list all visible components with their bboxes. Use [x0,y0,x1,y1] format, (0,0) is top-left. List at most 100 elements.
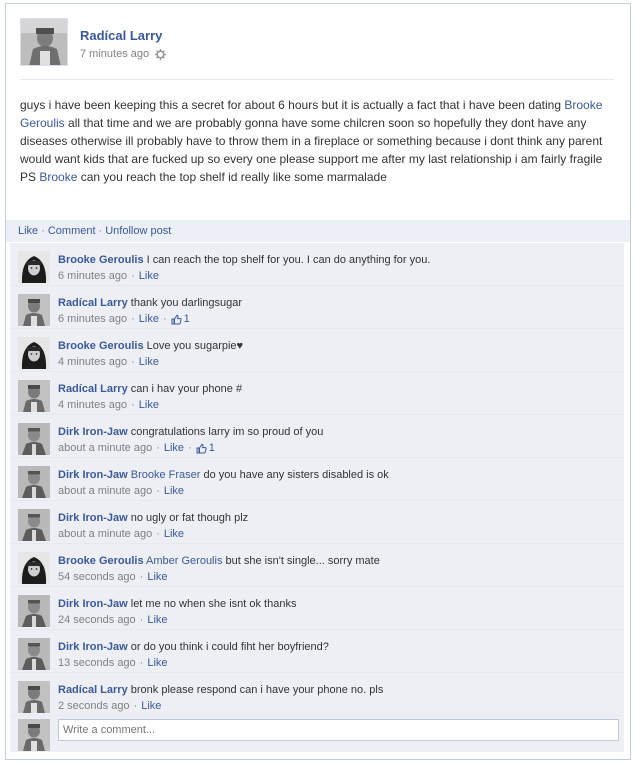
comment-item: Dirk Iron-Jaw no ugly or fat though plz a… [10,501,624,544]
author-avatar[interactable] [20,18,68,66]
comment-meta: 6 minutes ago · Like [58,270,159,282]
commenter-avatar[interactable] [18,552,50,584]
commenter-name[interactable]: Brooke Geroulis [58,340,144,352]
comment-like-link[interactable]: Like [141,700,161,712]
comment-content: Radícal Larry bronk please respond can i… [58,684,383,696]
separator-dot: · [188,442,192,454]
comment-timestamp[interactable]: about a minute ago [58,485,152,497]
comment-timestamp[interactable]: 13 seconds ago [58,657,136,669]
separator-dot: · [41,225,45,237]
post-actions-bar: Like · Comment · Unfollow post [6,220,630,242]
comment-meta: 54 seconds ago · Like [58,571,168,583]
commenter-name[interactable]: Dirk Iron-Jaw [58,469,128,481]
commenter-name[interactable]: Dirk Iron-Jaw [58,512,128,524]
commenter-avatar[interactable] [18,466,50,498]
comment-item: Brooke Geroulis Amber Geroulis but she i… [10,544,624,587]
comment-like-link[interactable]: Like [147,614,167,626]
comment-item: Dirk Iron-Jaw or do you think i could fi… [10,630,624,673]
comment-meta: about a minute ago · Like [58,485,184,497]
commenter-name[interactable]: Radícal Larry [58,684,128,696]
post-timestamp[interactable]: 7 minutes ago [80,48,149,60]
comment-like-link[interactable]: Like [164,442,184,454]
separator-dot: · [162,313,167,325]
comment-timestamp[interactable]: 4 minutes ago [58,356,127,368]
comment-like-link[interactable]: Like [164,485,184,497]
comment-text: can i hav your phone # [130,383,243,395]
comment-text: I can reach the top shelf for you. I can… [146,254,431,266]
commenter-name[interactable]: Dirk Iron-Jaw [58,598,128,610]
mention-link[interactable]: Brooke [39,170,77,184]
thumbs-up-icon[interactable] [196,443,207,454]
comment-content: Dirk Iron-Jaw no ugly or fat though plz [58,512,248,524]
comment-content: Brooke Geroulis Love you sugarpie♥ [58,340,243,352]
commenter-name[interactable]: Radícal Larry [58,383,128,395]
commenter-avatar[interactable] [18,681,50,713]
comment-timestamp[interactable]: about a minute ago [58,528,152,540]
comment-like-link[interactable]: Like [164,528,184,540]
comment-timestamp[interactable]: 6 minutes ago [58,270,127,282]
comment-like-link[interactable]: Like [147,657,167,669]
commenter-name[interactable]: Dirk Iron-Jaw [58,426,128,438]
privacy-gear-icon[interactable] [155,48,167,60]
comment-text: but she isn't single... sorry mate [225,555,380,567]
commenter-avatar[interactable] [18,638,50,670]
separator-dot: · [139,614,144,626]
separator-dot: · [131,356,135,368]
comment-content: Radícal Larry thank you darlingsugar [58,297,242,309]
comment-mention-link[interactable]: Amber Geroulis [146,555,222,567]
commenter-avatar[interactable] [18,294,50,326]
separator-dot: · [131,399,135,411]
separator-dot: · [131,313,135,325]
comment-item: Brooke Geroulis I can reach the top shel… [10,243,624,286]
comment-content: Dirk Iron-Jaw Brooke Fraser do you have … [58,469,389,481]
comment-text: Love you sugarpie♥ [146,340,244,352]
comment-item: Radícal Larry bronk please respond can i… [10,673,624,716]
comment-timestamp[interactable]: 6 minutes ago [58,313,127,325]
commenter-avatar[interactable] [18,509,50,541]
comment-like-link[interactable]: Like [139,356,159,368]
comment-meta: 2 seconds ago · Like [58,700,161,712]
comment-mention-link[interactable]: Brooke Fraser [131,469,201,481]
write-comment-input[interactable]: Write a comment... [58,719,619,741]
comment-timestamp[interactable]: 54 seconds ago [58,571,136,583]
comment-text: let me no when she isnt ok thanks [130,598,297,610]
commenter-avatar[interactable] [18,380,50,412]
comment-content: Dirk Iron-Jaw let me no when she isnt ok… [58,598,296,610]
commenter-name[interactable]: Radícal Larry [58,297,128,309]
commenter-name[interactable]: Dirk Iron-Jaw [58,641,128,653]
commenter-avatar[interactable] [18,337,50,369]
comment-like-link[interactable]: Like [147,571,167,583]
comment-content: Brooke Geroulis Amber Geroulis but she i… [58,555,380,567]
comment-like-link[interactable]: Like [139,399,159,411]
comment-meta: about a minute ago · Like · 1 [58,442,215,454]
commenter-avatar[interactable] [18,251,50,283]
comment-content: Brooke Geroulis I can reach the top shel… [58,254,430,266]
comment-content: Radícal Larry can i hav your phone # [58,383,242,395]
commenter-name[interactable]: Brooke Geroulis [58,254,144,266]
comment-timestamp[interactable]: 4 minutes ago [58,399,127,411]
comment-timestamp[interactable]: 2 seconds ago [58,700,130,712]
separator-dot: · [139,657,144,669]
separator-dot: · [156,485,160,497]
separator-dot: · [131,270,135,282]
post-body: guys i have been keeping this a secret f… [20,96,618,186]
comment-link[interactable]: Comment [48,225,96,237]
post-author-name[interactable]: Radícal Larry [80,28,162,43]
comment-timestamp[interactable]: 24 seconds ago [58,614,136,626]
comment-like-count[interactable]: 1 [184,313,190,325]
commenter-name[interactable]: Brooke Geroulis [58,555,144,567]
commenter-avatar[interactable] [18,595,50,627]
comment-timestamp[interactable]: about a minute ago [58,442,152,454]
separator-dot: · [139,571,144,583]
comment-item: Brooke Geroulis Love you sugarpie♥ 4 minu… [10,329,624,372]
commenter-avatar[interactable] [18,423,50,455]
unfollow-link[interactable]: Unfollow post [105,225,171,237]
comment-item: Dirk Iron-Jaw Brooke Fraser do you have … [10,458,624,501]
comment-like-link[interactable]: Like [139,313,159,325]
like-link[interactable]: Like [18,225,38,237]
comment-meta: 4 minutes ago · Like [58,399,159,411]
thumbs-up-icon[interactable] [171,314,182,325]
comment-like-count[interactable]: 1 [209,442,215,454]
comment-like-link[interactable]: Like [139,270,159,282]
comment-meta: about a minute ago · Like [58,528,184,540]
